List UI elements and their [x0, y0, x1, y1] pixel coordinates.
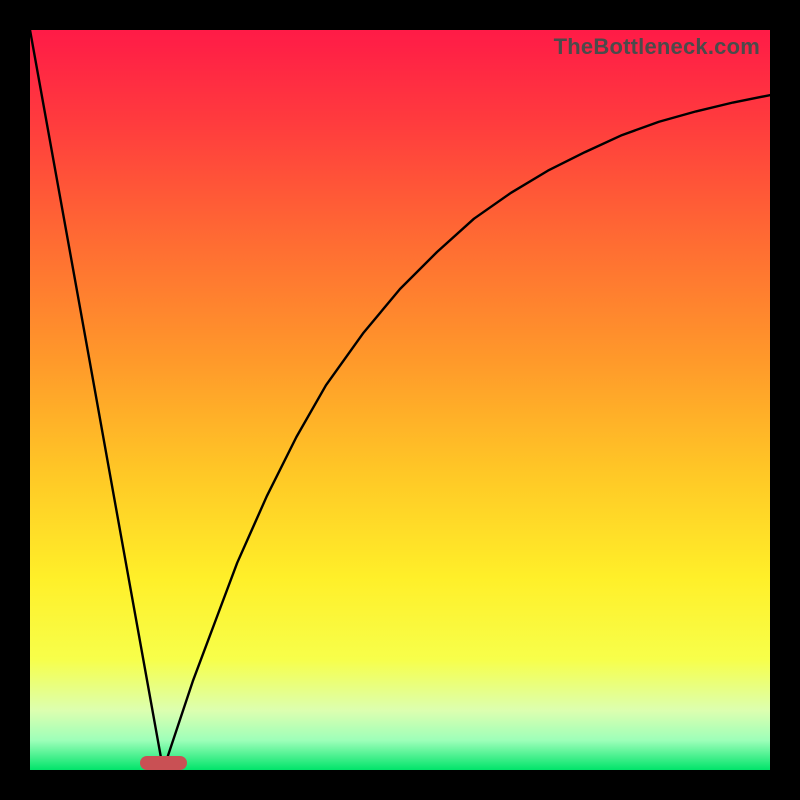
optimal-marker — [140, 756, 187, 770]
chart-frame: TheBottleneck.com — [0, 0, 800, 800]
bottleneck-curve — [30, 30, 770, 770]
plot-area: TheBottleneck.com — [30, 30, 770, 770]
